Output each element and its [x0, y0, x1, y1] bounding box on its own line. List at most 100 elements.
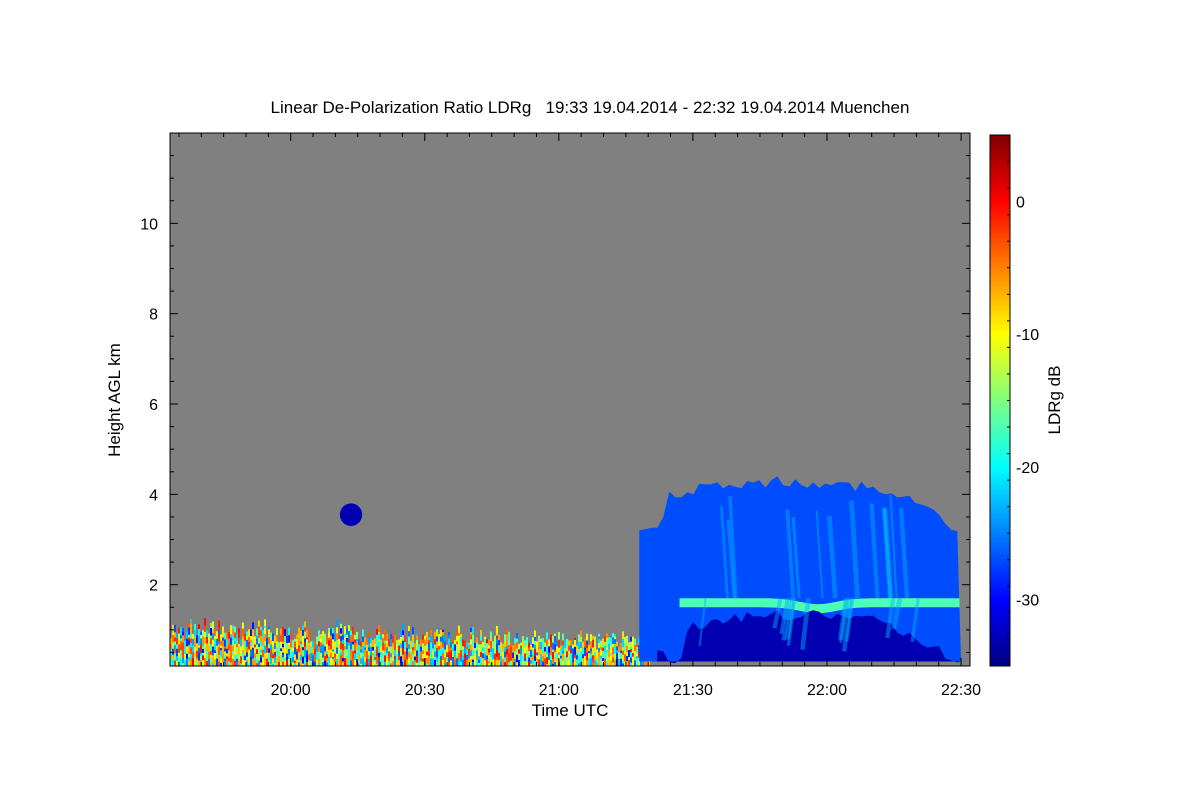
- echo-cell: [422, 639, 424, 644]
- echo-cell: [586, 652, 588, 661]
- echo-cell: [506, 628, 508, 635]
- echo-cell: [632, 656, 634, 661]
- echo-cell: [424, 639, 426, 646]
- echo-cell: [378, 652, 380, 657]
- echo-cell: [210, 644, 212, 652]
- echo-cell: [472, 635, 474, 641]
- echo-cell: [232, 635, 234, 641]
- echo-cell: [566, 638, 568, 646]
- echo-cell: [484, 645, 486, 653]
- echo-cell: [334, 656, 336, 662]
- echo-cell: [590, 658, 592, 664]
- echo-cell: [326, 643, 328, 652]
- echo-cell: [312, 653, 314, 656]
- ldr-time-height-chart: Linear De-Polarization Ratio LDRg 19:33 …: [105, 98, 1064, 720]
- echo-cell: [282, 633, 284, 642]
- echo-cell: [224, 658, 226, 661]
- echo-cell: [462, 646, 464, 650]
- echo-cell: [234, 660, 236, 666]
- echo-cell: [308, 650, 310, 655]
- echo-cell: [472, 655, 474, 660]
- echo-cell: [320, 645, 322, 653]
- echo-cell: [500, 639, 502, 643]
- echo-cell: [234, 649, 236, 656]
- echo-cell: [572, 648, 574, 655]
- echo-cell: [324, 633, 326, 642]
- echo-cell: [250, 660, 252, 666]
- echo-cell: [232, 629, 234, 636]
- echo-cell: [390, 653, 392, 658]
- echo-cell: [322, 644, 324, 652]
- echo-cell: [588, 658, 590, 666]
- echo-cell: [356, 644, 358, 651]
- echo-cell: [490, 641, 492, 649]
- echo-cell: [516, 642, 518, 649]
- echo-cell: [320, 638, 322, 643]
- echo-cell: [308, 636, 310, 643]
- echo-cell: [310, 653, 312, 661]
- echo-cell: [472, 647, 474, 651]
- echo-cell: [196, 650, 198, 658]
- echo-cell: [270, 644, 272, 650]
- echo-cell: [230, 649, 232, 656]
- echo-cell: [630, 651, 632, 658]
- echo-cell: [608, 657, 610, 660]
- echo-cell: [226, 639, 228, 646]
- echo-cell: [246, 652, 248, 657]
- echo-cell: [182, 642, 184, 650]
- echo-cell: [556, 640, 558, 647]
- echo-cell: [216, 638, 218, 646]
- echo-cell: [606, 647, 608, 650]
- echo-cell: [300, 641, 302, 644]
- echo-cell: [254, 660, 256, 666]
- echo-cell: [352, 634, 354, 642]
- echo-cell: [282, 655, 284, 658]
- echo-cell: [442, 638, 444, 643]
- echo-cell: [396, 640, 398, 647]
- echo-cell: [598, 636, 600, 639]
- y-axis-label: Height AGL km: [105, 343, 124, 457]
- echo-cell: [446, 657, 448, 661]
- echo-cell: [228, 632, 230, 639]
- echo-cell: [526, 657, 528, 663]
- echo-cell: [522, 636, 524, 642]
- echo-cell: [530, 649, 532, 657]
- echo-cell: [280, 641, 282, 649]
- echo-cell: [352, 658, 354, 666]
- echo-cell: [320, 659, 322, 664]
- echo-cell: [188, 651, 190, 654]
- echo-cell: [338, 648, 340, 656]
- echo-cell: [196, 635, 198, 644]
- echo-cell: [554, 657, 556, 662]
- echo-cell: [420, 646, 422, 652]
- echo-cell: [436, 647, 438, 651]
- echo-cell: [208, 633, 210, 641]
- echo-cell: [340, 628, 342, 634]
- echo-cell: [528, 651, 530, 656]
- echo-cell: [212, 652, 214, 656]
- echo-cell: [348, 625, 350, 631]
- echo-cell: [334, 653, 336, 657]
- echo-cell: [218, 633, 220, 642]
- echo-cell: [488, 658, 490, 662]
- echo-cell: [366, 639, 368, 645]
- echo-cell: [204, 652, 206, 659]
- echo-cell: [440, 629, 442, 637]
- echo-cell: [264, 626, 266, 628]
- echo-cell: [348, 631, 350, 639]
- echo-cell: [470, 627, 472, 632]
- echo-cell: [620, 650, 622, 653]
- echo-cell: [228, 661, 230, 666]
- echo-cell: [230, 662, 232, 666]
- echo-cell: [324, 660, 326, 666]
- echo-cell: [226, 648, 228, 654]
- echo-cell: [268, 659, 270, 662]
- echo-cell: [176, 656, 178, 661]
- echo-cell: [208, 651, 210, 660]
- echo-cell: [290, 652, 292, 659]
- echo-cell: [466, 655, 468, 660]
- echo-cell: [470, 631, 472, 635]
- echo-cell: [468, 645, 470, 649]
- echo-cell: [458, 653, 460, 660]
- echo-cell: [468, 655, 470, 659]
